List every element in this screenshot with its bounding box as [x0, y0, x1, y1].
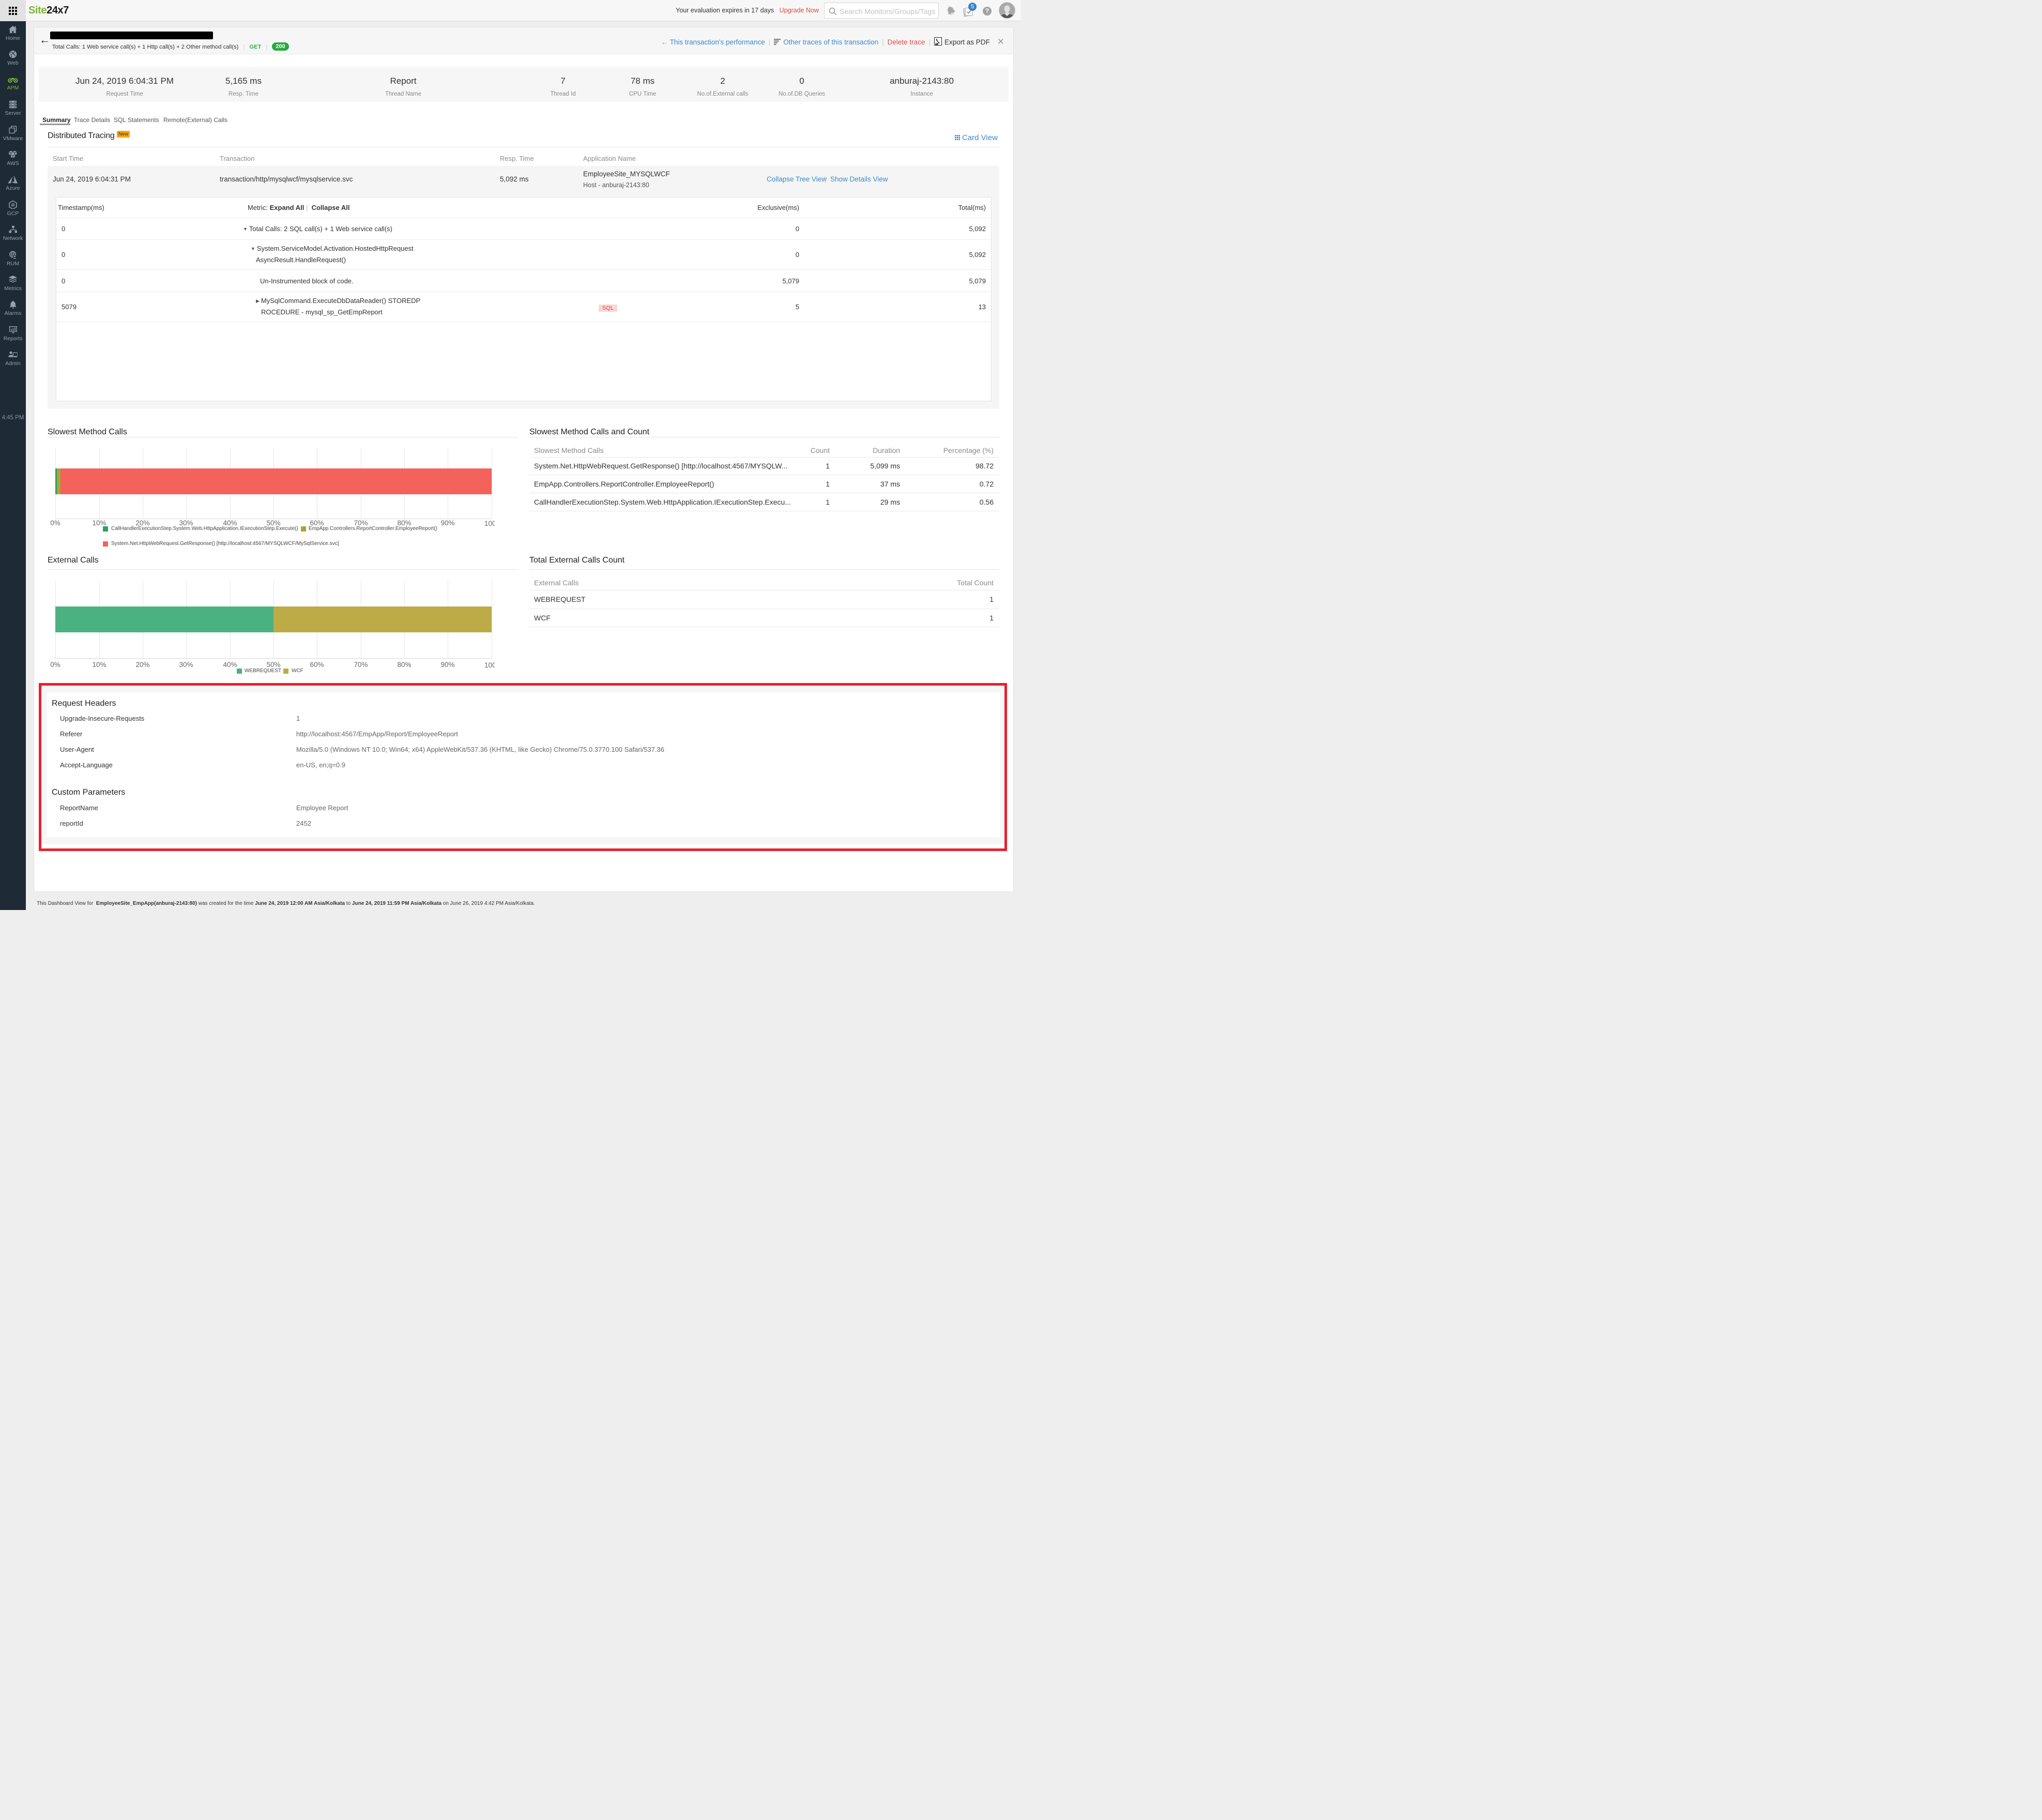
svg-text:PDF: PDF [935, 43, 938, 45]
